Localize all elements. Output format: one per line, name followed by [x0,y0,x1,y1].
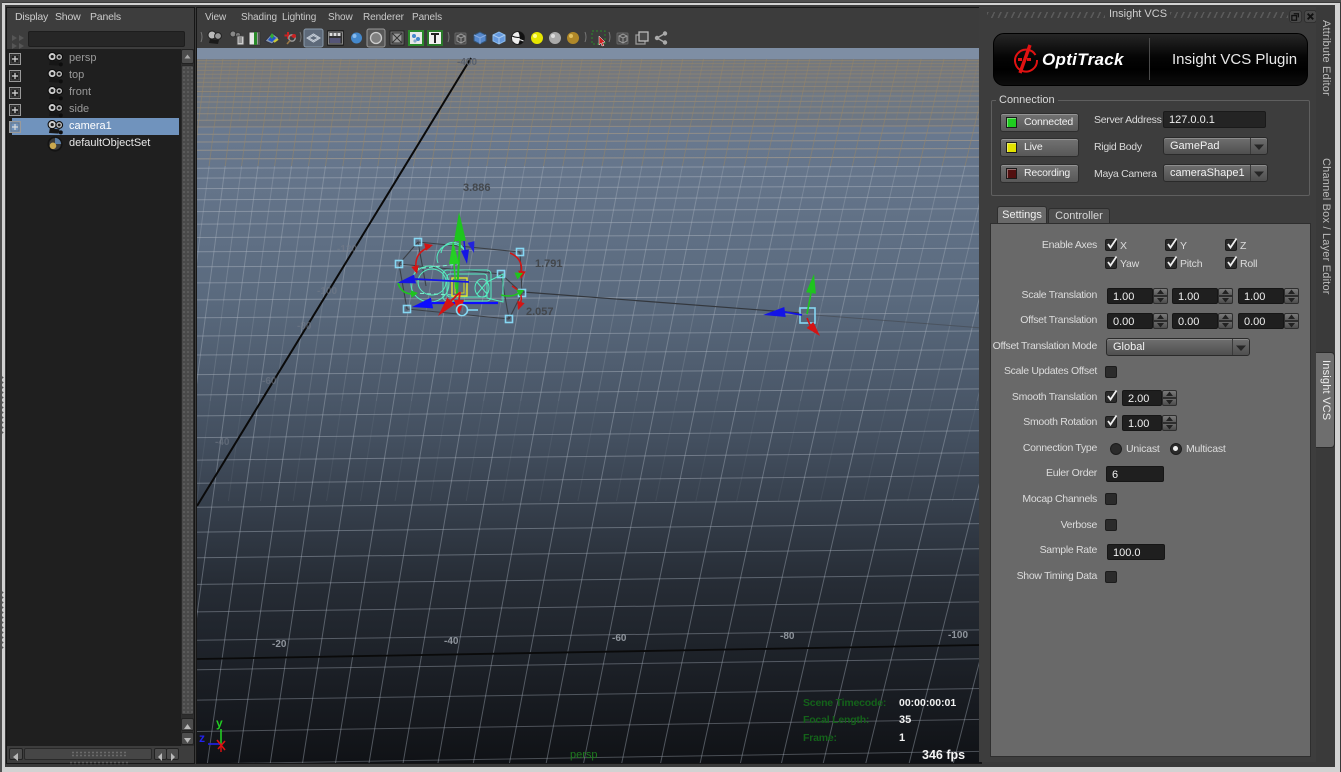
svg-text:-100: -100 [948,630,968,641]
svg-text:-120: -120 [337,244,357,255]
svg-text:-60: -60 [612,633,627,644]
svg-text:2.057: 2.057 [526,306,554,318]
svg-text:35: 35 [899,714,911,726]
svg-text:Scene Timecode:: Scene Timecode: [803,697,886,709]
svg-text:z: z [199,731,205,745]
svg-text:Focal Length:: Focal Length: [803,714,869,726]
svg-text:y: y [216,716,223,730]
svg-text:3.886: 3.886 [463,182,491,194]
svg-text:-80: -80 [780,631,795,642]
svg-text:-40: -40 [444,636,459,647]
svg-text:-400: -400 [457,57,477,68]
svg-text:00:00:00:01: 00:00:00:01 [899,697,956,709]
svg-text:-20: -20 [272,639,287,650]
svg-text:-80: -80 [297,321,312,332]
svg-text:-40: -40 [215,437,230,448]
svg-text:Frame:: Frame: [803,732,837,744]
svg-text:persp: persp [570,749,598,761]
svg-text:-60: -60 [262,376,277,387]
svg-text:1: 1 [899,732,905,744]
svg-text:346 fps: 346 fps [922,748,965,762]
svg-text:-100: -100 [317,286,337,297]
svg-text:1.791: 1.791 [535,258,563,270]
